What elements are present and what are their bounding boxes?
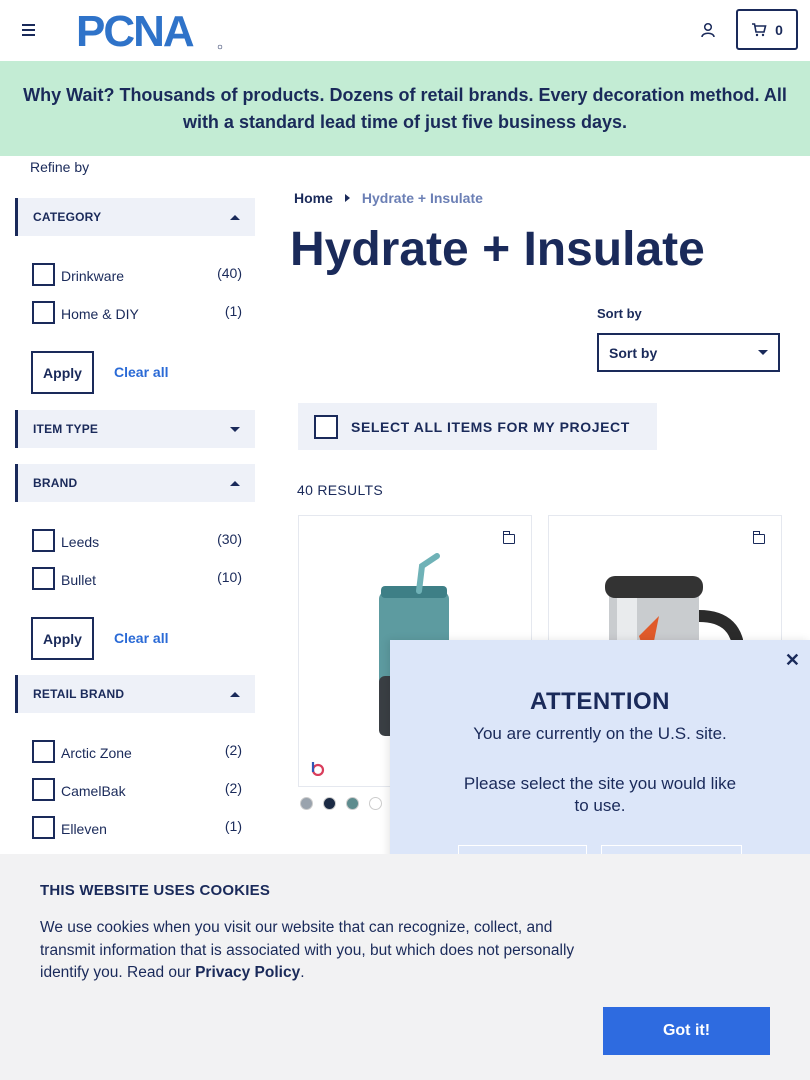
facet-retail-brand-header[interactable]: RETAIL BRAND bbox=[15, 675, 255, 713]
filter-option[interactable]: Home & DIY (1) bbox=[32, 301, 242, 325]
option-label: Drinkware bbox=[61, 268, 125, 284]
attention-title: ATTENTION bbox=[529, 688, 671, 715]
checkbox[interactable] bbox=[32, 567, 55, 590]
cart-icon bbox=[752, 22, 767, 36]
cookie-title: THIS WEBSITE USES COOKIES bbox=[40, 882, 271, 899]
site-header: PCNA 0 bbox=[0, 0, 810, 61]
attention-prompt: Please select the site you would like to… bbox=[463, 774, 737, 815]
select-all-label: SELECT ALL ITEMS FOR MY PROJECT bbox=[351, 418, 630, 435]
checkbox[interactable] bbox=[32, 740, 55, 763]
apply-button[interactable]: Apply bbox=[31, 617, 94, 660]
filter-option[interactable]: Elleven (1) bbox=[32, 816, 242, 840]
caret-up-icon bbox=[230, 480, 240, 486]
accept-cookies-button[interactable]: Got it! bbox=[603, 1007, 770, 1055]
option-count: (10) bbox=[217, 569, 242, 585]
filter-option[interactable]: Leeds (30) bbox=[32, 529, 242, 553]
attention-message: You are currently on the U.S. site. bbox=[473, 724, 727, 743]
results-count: 40 RESULTS bbox=[297, 482, 383, 498]
facet-title: BRAND bbox=[33, 476, 78, 490]
option-count: (40) bbox=[217, 265, 242, 281]
select-all-items-button[interactable]: SELECT ALL ITEMS FOR MY PROJECT bbox=[298, 403, 657, 450]
promo-banner: Why Wait? Thousands of products. Dozens … bbox=[0, 61, 810, 156]
facet-item-type-header[interactable]: ITEM TYPE bbox=[15, 410, 255, 448]
filter-option[interactable]: Bullet (10) bbox=[32, 567, 242, 591]
caret-down-icon bbox=[230, 426, 240, 432]
facet-title: RETAIL BRAND bbox=[33, 687, 125, 701]
sort-select[interactable]: Sort by bbox=[597, 333, 780, 372]
swatch-gray[interactable] bbox=[300, 797, 313, 810]
swatch-navy[interactable] bbox=[323, 797, 336, 810]
checkbox[interactable] bbox=[32, 301, 55, 324]
svg-text:PCNA: PCNA bbox=[76, 10, 194, 50]
swatch-white[interactable] bbox=[369, 797, 382, 810]
checkbox[interactable] bbox=[32, 263, 55, 286]
cart-button[interactable]: 0 bbox=[736, 9, 798, 50]
promo-text: Why Wait? Thousands of products. Dozens … bbox=[23, 84, 787, 132]
option-count: (2) bbox=[224, 780, 242, 796]
option-count: (1) bbox=[224, 303, 242, 319]
swatch-teal[interactable] bbox=[346, 797, 359, 810]
cookie-banner: THIS WEBSITE USES COOKIES We use cookies… bbox=[0, 854, 810, 1080]
option-label: Leeds bbox=[61, 534, 100, 550]
apply-button[interactable]: Apply bbox=[31, 351, 94, 394]
caret-up-icon bbox=[230, 691, 240, 697]
option-label: Home & DIY bbox=[61, 306, 139, 322]
chevron-right-icon bbox=[344, 194, 350, 202]
cookie-tail: . bbox=[300, 964, 305, 981]
folder-icon[interactable] bbox=[752, 531, 765, 544]
option-label: CamelBak bbox=[61, 783, 126, 799]
caret-up-icon bbox=[230, 214, 240, 220]
facet-title: ITEM TYPE bbox=[33, 422, 99, 436]
site-selection-popup: ✕ ATTENTION You are currently on the U.S… bbox=[390, 640, 810, 890]
facet-title: CATEGORY bbox=[33, 210, 102, 224]
sort-value: Sort by bbox=[609, 344, 658, 361]
page-title: Hydrate + Insulate bbox=[290, 223, 705, 276]
option-label: Arctic Zone bbox=[61, 745, 132, 761]
option-label: Bullet bbox=[61, 572, 97, 588]
checkbox[interactable] bbox=[32, 778, 55, 801]
clear-all-link[interactable]: Clear all bbox=[114, 364, 168, 380]
clear-all-link[interactable]: Clear all bbox=[114, 630, 168, 646]
cookie-text: We use cookies when you visit our websit… bbox=[40, 917, 610, 985]
refine-label: Refine by bbox=[30, 159, 90, 175]
breadcrumb-home[interactable]: Home bbox=[294, 190, 333, 206]
color-swatches bbox=[300, 797, 382, 810]
checkbox[interactable] bbox=[314, 414, 338, 439]
brand-badge-icon bbox=[311, 762, 325, 776]
hamburger-icon[interactable] bbox=[22, 24, 35, 36]
option-label: Elleven bbox=[61, 821, 107, 837]
chevron-down-icon bbox=[758, 350, 768, 355]
pcna-logo[interactable]: PCNA bbox=[76, 10, 224, 50]
filter-option[interactable]: Drinkware (40) bbox=[32, 263, 242, 287]
checkbox[interactable] bbox=[32, 816, 55, 839]
checkbox[interactable] bbox=[32, 529, 55, 552]
cookie-body: We use cookies when you visit our websit… bbox=[40, 919, 575, 981]
filter-option[interactable]: CamelBak (2) bbox=[32, 778, 242, 802]
option-count: (30) bbox=[217, 531, 242, 547]
close-icon[interactable]: ✕ bbox=[785, 650, 800, 671]
privacy-policy-link[interactable]: Privacy Policy bbox=[195, 964, 300, 981]
facet-brand-header[interactable]: BRAND bbox=[15, 464, 255, 502]
facet-category-header[interactable]: CATEGORY bbox=[15, 198, 255, 236]
option-count: (2) bbox=[224, 742, 242, 758]
folder-icon[interactable] bbox=[502, 531, 515, 544]
breadcrumb: Home Hydrate + Insulate bbox=[294, 190, 483, 206]
user-icon[interactable] bbox=[700, 22, 716, 38]
filter-option[interactable]: Arctic Zone (2) bbox=[32, 740, 242, 764]
cart-count: 0 bbox=[775, 21, 783, 38]
breadcrumb-current: Hydrate + Insulate bbox=[361, 190, 483, 206]
option-count: (1) bbox=[224, 818, 242, 834]
sort-label: Sort by bbox=[597, 306, 642, 321]
